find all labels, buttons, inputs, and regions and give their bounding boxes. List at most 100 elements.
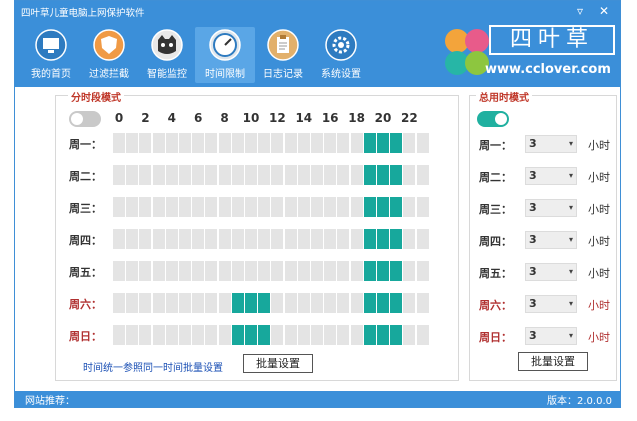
- hour-slot[interactable]: [297, 261, 310, 281]
- hour-slot[interactable]: [311, 293, 323, 313]
- hour-slot[interactable]: [113, 165, 125, 185]
- hours-select[interactable]: 3 ▾: [525, 135, 577, 153]
- hour-slot[interactable]: [271, 229, 284, 249]
- hour-slot[interactable]: [179, 133, 191, 153]
- hour-slot[interactable]: [218, 133, 231, 153]
- hour-slot[interactable]: [390, 261, 403, 281]
- hour-slot[interactable]: [390, 165, 403, 185]
- nav-item[interactable]: 我的首页: [21, 27, 81, 83]
- hour-slot[interactable]: [231, 325, 244, 345]
- hour-slot[interactable]: [152, 261, 165, 281]
- hour-slot[interactable]: [245, 197, 257, 217]
- hour-slot[interactable]: [363, 165, 376, 185]
- hour-slot[interactable]: [152, 133, 165, 153]
- hour-slot[interactable]: [192, 197, 205, 217]
- hour-slot[interactable]: [152, 325, 165, 345]
- hour-slot[interactable]: [218, 165, 231, 185]
- hour-slot[interactable]: [390, 293, 403, 313]
- hour-slot[interactable]: [324, 261, 337, 281]
- hour-slot[interactable]: [245, 165, 257, 185]
- hour-slot[interactable]: [337, 261, 350, 281]
- hour-slot[interactable]: [390, 229, 403, 249]
- hour-slot[interactable]: [416, 293, 429, 313]
- hour-slot[interactable]: [311, 261, 323, 281]
- hour-slot[interactable]: [350, 165, 363, 185]
- slot-batch-button[interactable]: 批量设置: [243, 354, 313, 373]
- hour-slot[interactable]: [271, 325, 284, 345]
- hour-slot[interactable]: [192, 133, 205, 153]
- hour-slot[interactable]: [205, 293, 218, 313]
- nav-item[interactable]: 智能监控: [137, 27, 197, 83]
- hour-slot[interactable]: [284, 165, 297, 185]
- hour-slot[interactable]: [337, 293, 350, 313]
- hour-slot[interactable]: [192, 229, 205, 249]
- hour-slot[interactable]: [363, 261, 376, 281]
- hour-slot[interactable]: [258, 197, 271, 217]
- hour-slot[interactable]: [218, 197, 231, 217]
- hour-slot[interactable]: [258, 261, 271, 281]
- hour-slot[interactable]: [377, 165, 389, 185]
- hour-slot[interactable]: [165, 197, 178, 217]
- hour-slot[interactable]: [245, 325, 257, 345]
- hour-slot[interactable]: [205, 325, 218, 345]
- hour-slot[interactable]: [192, 165, 205, 185]
- hour-slot[interactable]: [192, 325, 205, 345]
- hour-slot[interactable]: [324, 293, 337, 313]
- hour-slot[interactable]: [363, 197, 376, 217]
- hour-slot[interactable]: [139, 293, 152, 313]
- hour-slot[interactable]: [165, 133, 178, 153]
- hour-slot[interactable]: [390, 133, 403, 153]
- hour-slot[interactable]: [416, 229, 429, 249]
- hour-slot[interactable]: [337, 133, 350, 153]
- hour-slot[interactable]: [337, 325, 350, 345]
- total-batch-button[interactable]: 批量设置: [518, 352, 588, 371]
- hour-slot[interactable]: [271, 197, 284, 217]
- hour-slot[interactable]: [192, 293, 205, 313]
- hour-slot[interactable]: [390, 325, 403, 345]
- hour-slot[interactable]: [205, 133, 218, 153]
- hour-slot[interactable]: [126, 197, 139, 217]
- hour-slot[interactable]: [363, 133, 376, 153]
- hour-slot[interactable]: [179, 165, 191, 185]
- hour-slot[interactable]: [139, 261, 152, 281]
- hour-slot[interactable]: [403, 133, 416, 153]
- hour-slot[interactable]: [113, 197, 125, 217]
- hour-slot[interactable]: [416, 197, 429, 217]
- hour-slot[interactable]: [165, 325, 178, 345]
- hour-slot[interactable]: [126, 293, 139, 313]
- hour-slot[interactable]: [337, 165, 350, 185]
- hour-slot[interactable]: [179, 325, 191, 345]
- slot-mode-toggle[interactable]: [69, 111, 101, 127]
- nav-item[interactable]: 日志记录: [253, 27, 313, 83]
- hour-slot[interactable]: [284, 197, 297, 217]
- hour-slot[interactable]: [284, 325, 297, 345]
- hour-slot[interactable]: [324, 325, 337, 345]
- hour-slot[interactable]: [126, 229, 139, 249]
- nav-item[interactable]: 系统设置: [311, 27, 371, 83]
- hour-slot[interactable]: [218, 293, 231, 313]
- hour-slot[interactable]: [416, 325, 429, 345]
- hour-slot[interactable]: [231, 133, 244, 153]
- hour-slot[interactable]: [205, 229, 218, 249]
- hour-slot[interactable]: [416, 261, 429, 281]
- hour-slot[interactable]: [350, 133, 363, 153]
- hour-slot[interactable]: [363, 229, 376, 249]
- hour-slot[interactable]: [324, 165, 337, 185]
- hour-slot[interactable]: [403, 197, 416, 217]
- hour-slot[interactable]: [231, 229, 244, 249]
- hour-slot[interactable]: [311, 165, 323, 185]
- hour-slot[interactable]: [179, 261, 191, 281]
- hour-slot[interactable]: [284, 133, 297, 153]
- hour-slot[interactable]: [126, 133, 139, 153]
- hour-slot[interactable]: [377, 229, 389, 249]
- hour-slot[interactable]: [271, 261, 284, 281]
- nav-item[interactable]: 时间限制: [195, 27, 255, 83]
- hour-slot[interactable]: [245, 133, 257, 153]
- hour-slot[interactable]: [403, 261, 416, 281]
- hour-slot[interactable]: [113, 325, 125, 345]
- hour-slot[interactable]: [139, 165, 152, 185]
- hour-slot[interactable]: [324, 133, 337, 153]
- hour-slot[interactable]: [205, 165, 218, 185]
- hours-select[interactable]: 3 ▾: [525, 167, 577, 185]
- hour-slot[interactable]: [231, 165, 244, 185]
